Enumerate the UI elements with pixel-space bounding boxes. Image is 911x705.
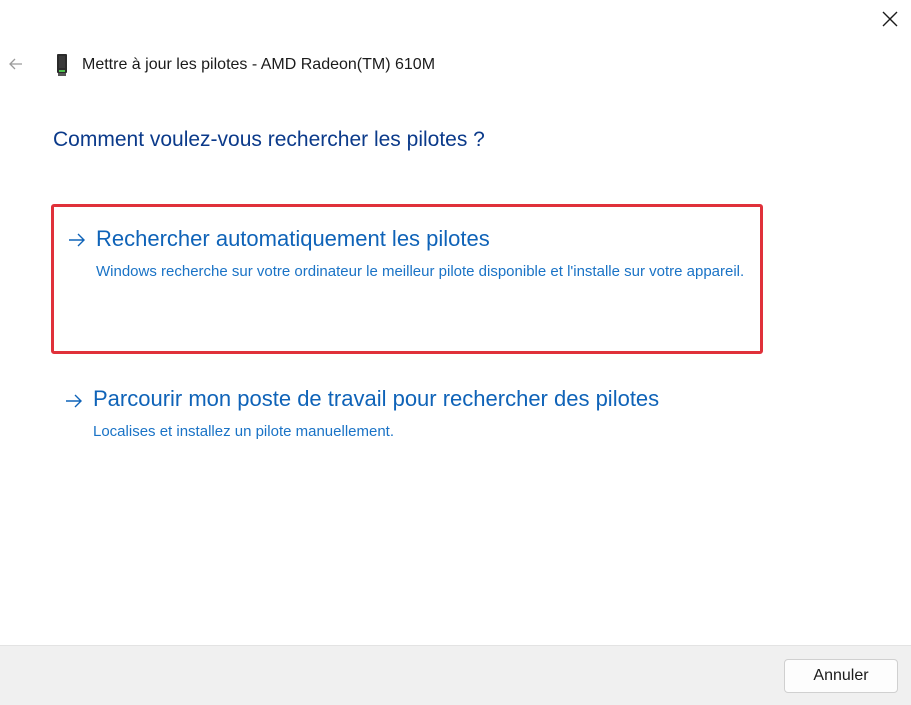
arrow-right-icon	[69, 233, 85, 247]
dialog-footer: Annuler	[0, 645, 911, 705]
dialog-title: Mettre à jour les pilotes - AMD Radeon(T…	[82, 56, 436, 73]
arrow-right-icon	[66, 394, 82, 408]
page-heading: Comment voulez-vous rechercher les pilot…	[53, 128, 485, 151]
close-button[interactable]	[875, 6, 905, 32]
option-description: Localises et installez un pilote manuell…	[93, 423, 395, 440]
option-description: Windows recherche sur votre ordinateur l…	[96, 263, 745, 280]
update-drivers-dialog: Mettre à jour les pilotes - AMD Radeon(T…	[0, 0, 911, 705]
cancel-button[interactable]: Annuler	[784, 659, 898, 693]
option-title: Parcourir mon poste de travail pour rech…	[93, 386, 660, 411]
browse-computer-option[interactable]: Parcourir mon poste de travail pour rech…	[51, 382, 763, 452]
back-arrow-icon	[9, 58, 22, 70]
search-automatically-option[interactable]: Rechercher automatiquement les pilotes W…	[51, 204, 763, 354]
graphics-card-icon	[57, 54, 67, 76]
close-icon	[882, 11, 898, 27]
back-button[interactable]	[6, 54, 26, 74]
option-title: Rechercher automatiquement les pilotes	[96, 226, 490, 251]
